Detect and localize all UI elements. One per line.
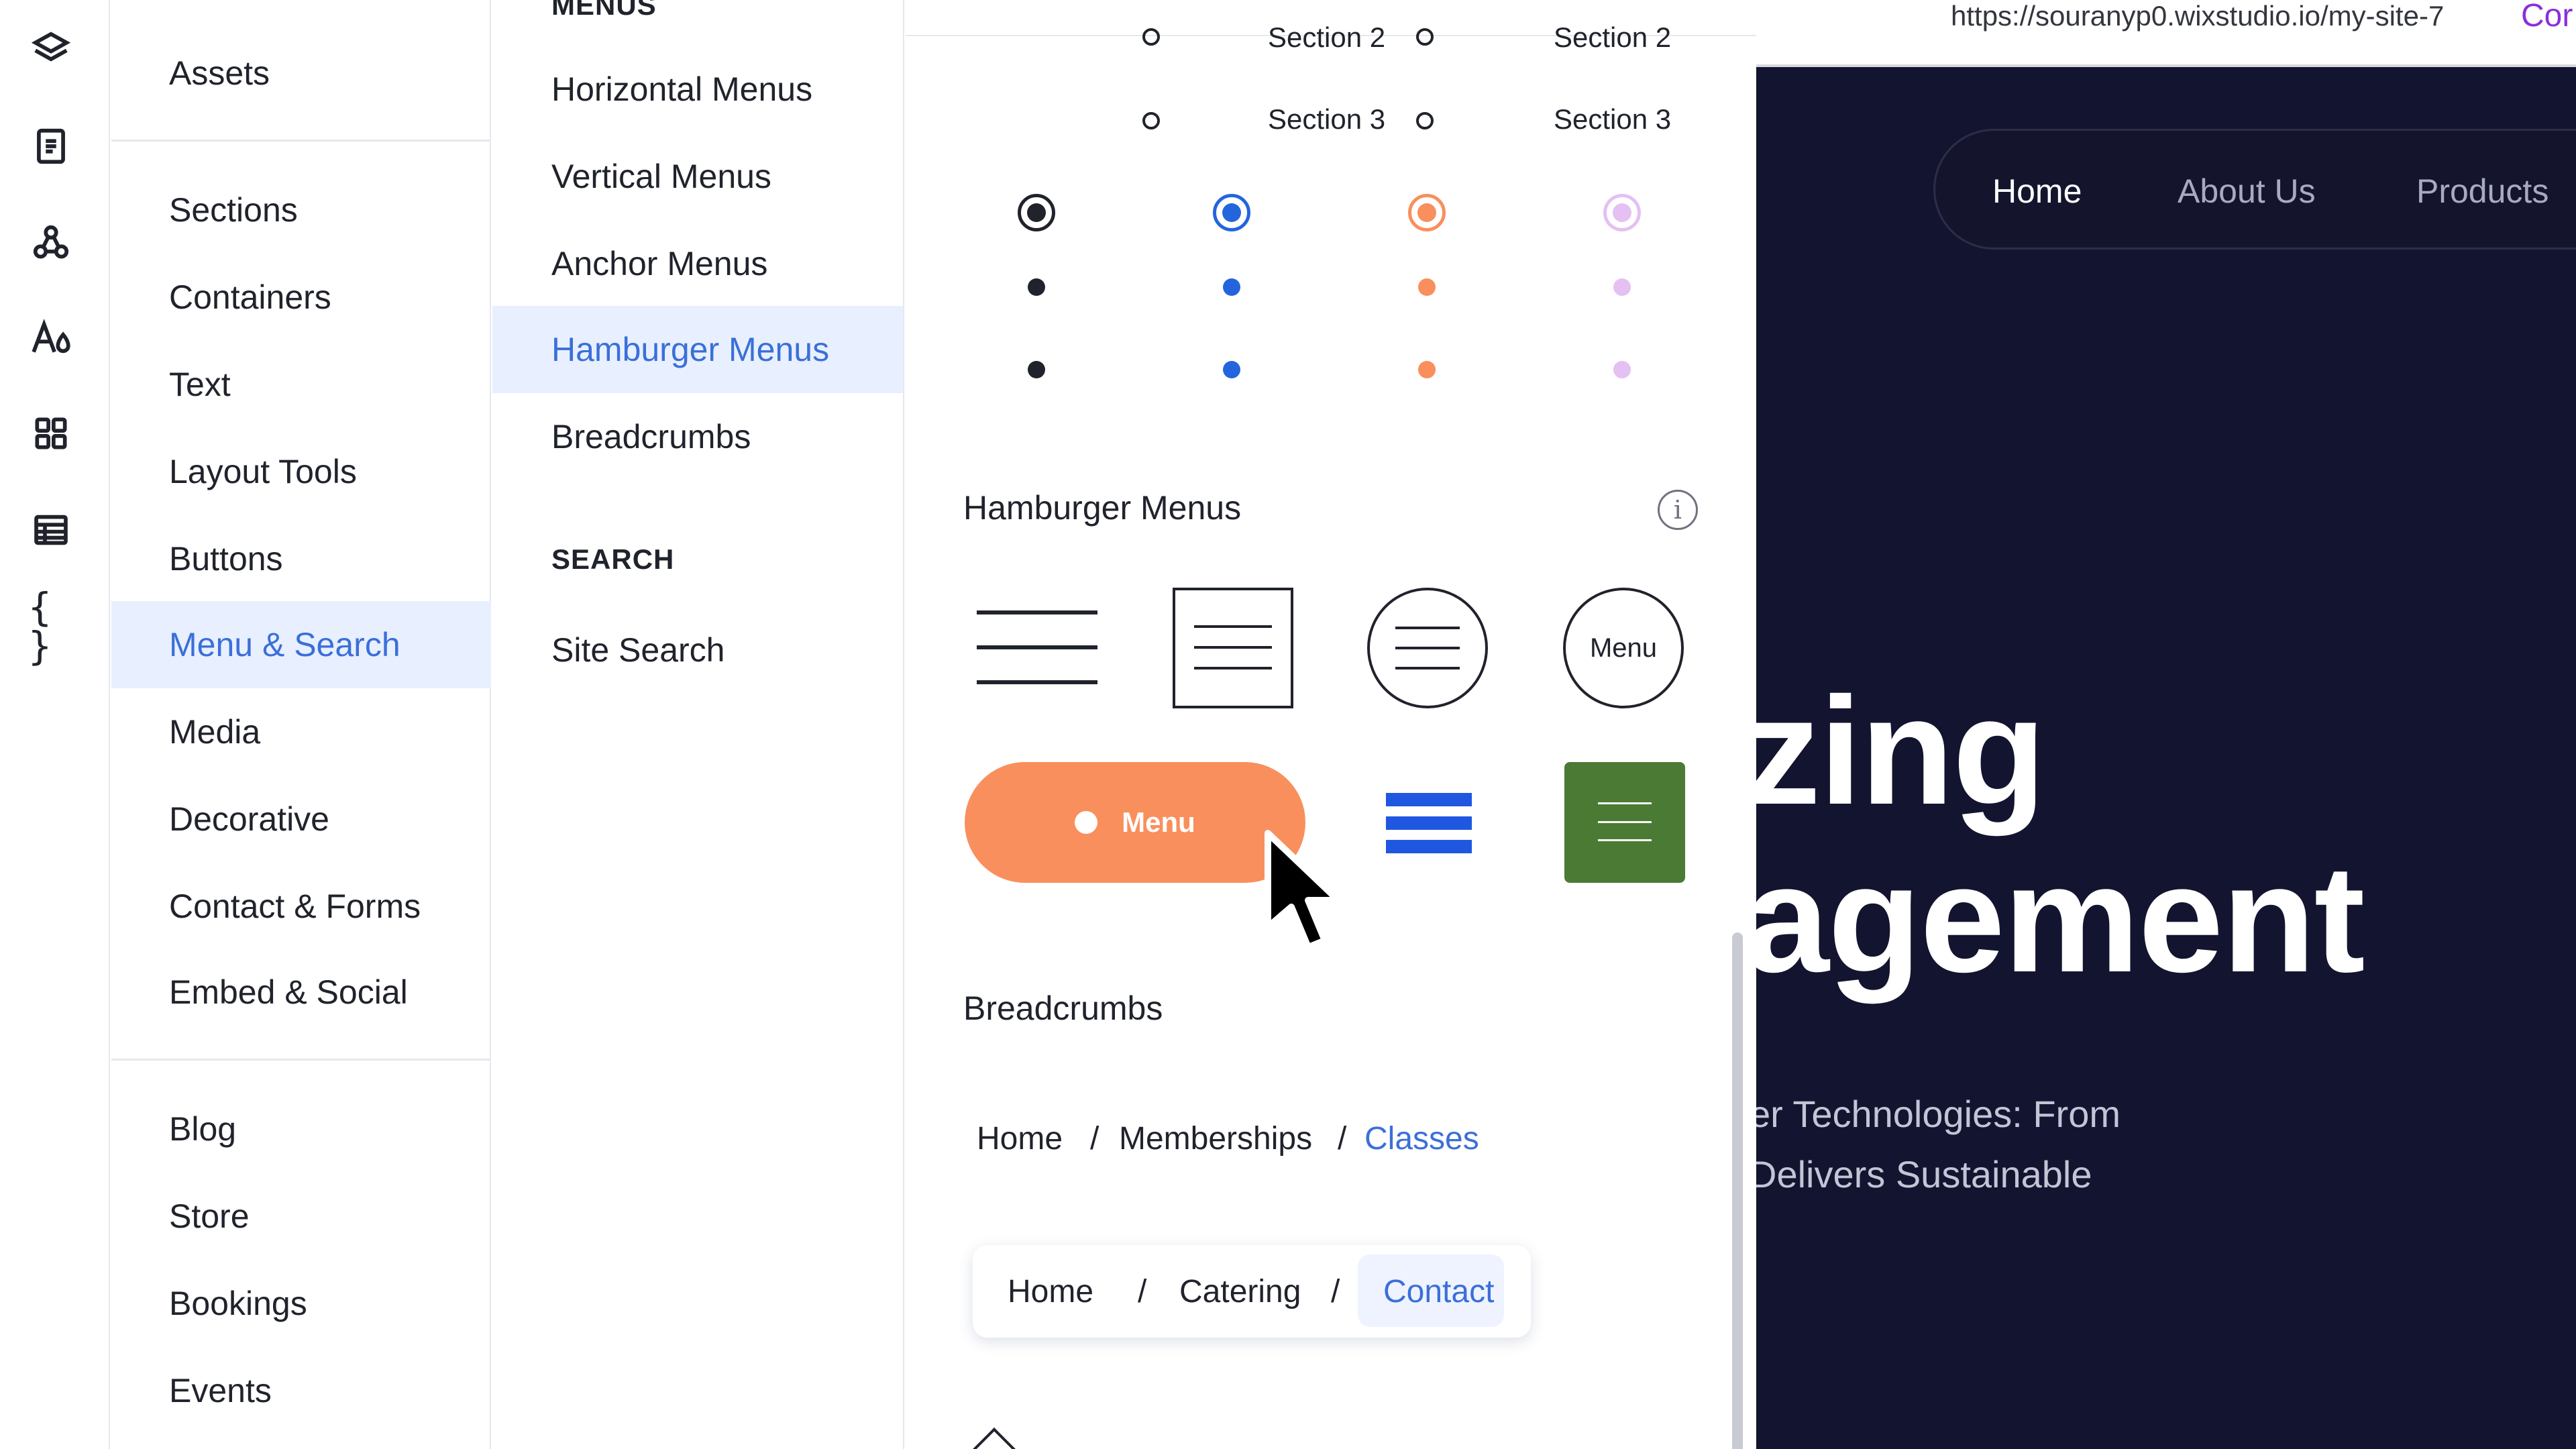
anchor-dot bbox=[1418, 278, 1436, 296]
hero-heading-line-2: agement bbox=[1756, 834, 2365, 1004]
nav-link-about-us[interactable]: About Us bbox=[2178, 172, 2316, 211]
add-panel-subcategories: MENUS Horizontal Menus Vertical Menus An… bbox=[492, 0, 904, 1449]
menus-heading: MENUS bbox=[551, 0, 657, 21]
breadcrumb-home[interactable]: Home bbox=[1008, 1273, 1093, 1310]
hamburger-circle-menu-text[interactable]: Menu bbox=[1563, 588, 1684, 708]
pill-dot-icon bbox=[1075, 811, 1098, 834]
category-sections[interactable]: Sections bbox=[111, 166, 491, 254]
breadcrumb-contact[interactable]: Contact bbox=[1383, 1273, 1494, 1310]
hero-heading-line-1: zing bbox=[1756, 666, 2046, 837]
anchor-menu-style-blue[interactable] bbox=[1213, 194, 1250, 231]
category-text[interactable]: Text bbox=[111, 341, 491, 428]
anchor-label: Section 3 bbox=[1268, 103, 1386, 135]
category-events[interactable]: Events bbox=[111, 1347, 491, 1434]
info-icon[interactable]: i bbox=[1658, 490, 1698, 530]
anchor-menu-style-dark[interactable] bbox=[1018, 194, 1055, 231]
category-buttons[interactable]: Buttons bbox=[111, 515, 491, 602]
hamburger-orange-pill-button[interactable]: Menu bbox=[965, 762, 1305, 883]
anchor-dot bbox=[1223, 361, 1240, 378]
hamburger-menus-title: Hamburger Menus bbox=[963, 489, 1242, 527]
breadcrumb-separator: / bbox=[1331, 1274, 1340, 1309]
url-bar-trailing-text: Cor bbox=[2521, 0, 2573, 34]
subcategory-horizontal-menus[interactable]: Horizontal Menus bbox=[492, 46, 903, 133]
category-decorative[interactable]: Decorative bbox=[111, 775, 491, 863]
category-divider bbox=[111, 140, 491, 142]
icon-rail: { } bbox=[0, 0, 110, 1449]
anchor-dot bbox=[1028, 361, 1045, 378]
anchor-dot bbox=[1223, 278, 1240, 296]
breadcrumb-home[interactable]: Home bbox=[977, 1120, 1063, 1157]
element-preview-panel: Section 2 Section 2 Section 3 Section 3 … bbox=[906, 0, 1756, 1449]
category-divider bbox=[111, 1059, 491, 1061]
code-braces-icon[interactable]: { } bbox=[28, 588, 74, 665]
add-panel-categories: Assets Sections Containers Text Layout T… bbox=[111, 0, 491, 1449]
category-assets[interactable]: Assets bbox=[111, 30, 491, 117]
anchor-dot bbox=[1613, 278, 1631, 296]
hamburger-circle-outline[interactable] bbox=[1367, 588, 1488, 708]
breadcrumb-memberships[interactable]: Memberships bbox=[1119, 1120, 1312, 1157]
category-layout-tools[interactable]: Layout Tools bbox=[111, 428, 491, 515]
category-contact-forms[interactable]: Contact & Forms bbox=[111, 863, 491, 950]
hamburger-green-box[interactable] bbox=[1564, 762, 1685, 883]
subcategory-hamburger-menus[interactable]: Hamburger Menus bbox=[492, 306, 903, 393]
search-heading: SEARCH bbox=[551, 543, 675, 575]
page-icon[interactable] bbox=[28, 123, 74, 169]
anchor-dot bbox=[1418, 361, 1436, 378]
anchor-label: Section 2 bbox=[1554, 21, 1672, 53]
breadcrumbs-title: Breadcrumbs bbox=[963, 989, 1163, 1027]
table-icon[interactable] bbox=[28, 507, 74, 553]
subcategory-breadcrumbs[interactable]: Breadcrumbs bbox=[492, 393, 903, 480]
home-outline-icon bbox=[971, 1428, 1017, 1449]
breadcrumb-separator: / bbox=[1090, 1121, 1099, 1157]
category-embed-social[interactable]: Embed & Social bbox=[111, 949, 491, 1036]
category-bookings[interactable]: Bookings bbox=[111, 1260, 491, 1347]
category-blog[interactable]: Blog bbox=[111, 1085, 491, 1173]
anchor-menu-style-orange[interactable] bbox=[1408, 194, 1446, 231]
subcategory-anchor-menus[interactable]: Anchor Menus bbox=[492, 220, 903, 307]
category-menu-search[interactable]: Menu & Search bbox=[111, 601, 491, 688]
anchor-ring bbox=[1416, 112, 1434, 129]
typography-icon[interactable] bbox=[28, 315, 74, 361]
hamburger-blue-bars[interactable] bbox=[1386, 793, 1472, 853]
anchor-ring bbox=[1416, 28, 1434, 46]
mouse-pointer-icon bbox=[1265, 830, 1342, 951]
anchor-label: Section 3 bbox=[1554, 103, 1672, 135]
hamburger-plain-lines[interactable] bbox=[977, 610, 1097, 684]
nav-link-home[interactable]: Home bbox=[1992, 172, 2082, 211]
website-preview: https://souranyp0.wixstudio.io/my-site-7… bbox=[1756, 0, 2576, 1449]
category-containers[interactable]: Containers bbox=[111, 254, 491, 341]
subcategory-site-search[interactable]: Site Search bbox=[492, 606, 903, 694]
hero-subtext-line-1: er Technologies: From bbox=[1756, 1093, 2121, 1135]
breadcrumb-classes[interactable]: Classes bbox=[1364, 1120, 1479, 1157]
components-icon[interactable] bbox=[28, 220, 74, 266]
hero-subtext-line-2: Delivers Sustainable bbox=[1756, 1153, 2092, 1195]
breadcrumb-separator: / bbox=[1338, 1121, 1347, 1157]
apps-icon[interactable] bbox=[28, 411, 74, 456]
anchor-ring bbox=[1142, 28, 1160, 46]
breadcrumb-catering[interactable]: Catering bbox=[1179, 1273, 1301, 1310]
nav-link-products[interactable]: Products bbox=[2416, 172, 2548, 211]
anchor-dot bbox=[1613, 361, 1631, 378]
anchor-label: Section 2 bbox=[1268, 21, 1386, 53]
anchor-dot bbox=[1028, 278, 1045, 296]
subcategory-vertical-menus[interactable]: Vertical Menus bbox=[492, 133, 903, 220]
url-bar[interactable]: https://souranyp0.wixstudio.io/my-site-7… bbox=[1756, 0, 2576, 67]
hamburger-square-outline[interactable] bbox=[1173, 588, 1293, 708]
category-media[interactable]: Media bbox=[111, 688, 491, 775]
layers-icon[interactable] bbox=[28, 27, 74, 72]
anchor-ring bbox=[1142, 112, 1160, 129]
breadcrumb-separator: / bbox=[1138, 1274, 1147, 1309]
panel-scrollbar[interactable] bbox=[1732, 932, 1743, 1449]
category-store[interactable]: Store bbox=[111, 1173, 491, 1260]
site-url: https://souranyp0.wixstudio.io/my-site-7 bbox=[1951, 0, 2445, 32]
anchor-menu-style-lilac[interactable] bbox=[1603, 194, 1641, 231]
